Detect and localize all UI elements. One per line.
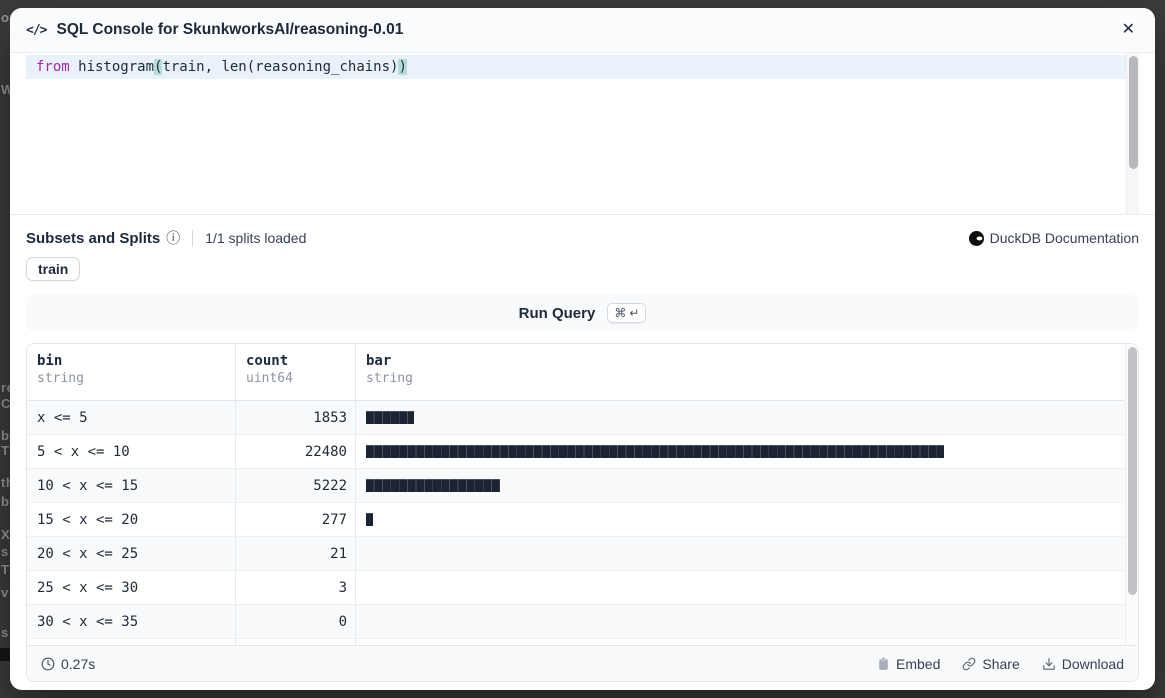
count-cell: 3 [235,571,355,604]
download-icon [1042,657,1056,671]
footer-actions: Embed Share Download [877,656,1124,672]
embed-label: Embed [896,656,940,672]
modal-title: SQL Console for SkunkworksAI/reasoning-0… [56,21,403,39]
column-name: count [246,353,355,369]
sql-function: histogram [70,59,154,75]
duckdb-logo-icon [969,231,984,246]
count-cell: 277 [235,503,355,536]
column-type: string [37,371,235,386]
clipboard-icon [877,657,890,671]
subsets-heading: Subsets and Splits [26,230,160,247]
bar-cell [355,605,1138,638]
splits-chips-row: train [26,257,1139,281]
duckdb-documentation-link[interactable]: DuckDB Documentation [969,230,1139,246]
count-cell: 21 [235,537,355,570]
editor-scrollbar[interactable] [1126,53,1139,214]
modal-header: </> SQL Console for SkunkworksAI/reasoni… [10,8,1155,53]
column-header-count: count uint64 [235,344,355,400]
column-type: uint64 [246,371,355,386]
table-body: x <= 5 1853 5 < x <= 10 22480 10 < x <= … [27,401,1138,672]
table-header-row: bin string count uint64 bar string [27,344,1138,401]
histogram-bar [366,445,944,458]
bin-cell: 10 < x <= 15 [27,469,235,502]
results-footer: 0.27s Embed Share Download [27,645,1138,681]
column-type: string [366,371,1138,386]
table-row: 25 < x <= 30 3 [27,570,1138,604]
table-scrollbar[interactable] [1125,344,1138,681]
table-row: 20 < x <= 25 21 [27,536,1138,570]
table-row: 30 < x <= 35 0 [27,604,1138,638]
bar-cell [355,503,1138,536]
background-text-fragment: T [1,562,9,577]
column-name: bin [37,353,235,369]
split-chip-train[interactable]: train [26,257,80,281]
share-button[interactable]: Share [962,656,1019,672]
link-icon [962,657,976,671]
bar-cell [355,571,1138,604]
sql-close-paren: ) [398,59,406,75]
table-row: 15 < x <= 20 277 [27,502,1138,536]
embed-button[interactable]: Embed [877,656,940,672]
sql-args: train, len(reasoning_chains) [162,59,398,75]
bin-cell: 15 < x <= 20 [27,503,235,536]
run-query-label: Run Query [519,305,596,322]
run-query-button[interactable]: Run Query ⌘ ↵ [26,294,1139,332]
bin-cell: 5 < x <= 10 [27,435,235,468]
bar-cell [355,469,1138,502]
sql-code-line[interactable]: from histogram(train, len(reasoning_chai… [26,55,1127,79]
keyboard-shortcut-badge: ⌘ ↵ [607,303,646,323]
duckdb-documentation-label: DuckDB Documentation [990,230,1139,246]
download-label: Download [1062,656,1124,672]
enter-key-icon: ↵ [629,306,639,320]
background-text-fragment: v [1,585,9,600]
count-cell: 5222 [235,469,355,502]
info-icon[interactable]: ⓘ [166,228,180,248]
background-text-fragment: s [1,625,9,640]
count-cell: 22480 [235,435,355,468]
bin-cell: x <= 5 [27,401,235,434]
table-scrollbar-thumb[interactable] [1128,347,1137,595]
close-icon[interactable]: ✕ [1118,18,1139,42]
column-header-bar: bar string [355,344,1138,400]
splits-loaded-status: 1/1 splits loaded [205,230,306,246]
share-label: Share [982,656,1019,672]
bar-cell [355,435,1138,468]
background-text-fragment: b [1,428,9,443]
table-row: x <= 5 1853 [27,401,1138,434]
background-text-fragment: s [1,544,9,559]
download-button[interactable]: Download [1042,656,1124,672]
subsets-row: Subsets and Splits ⓘ 1/1 splits loaded D… [26,228,1139,248]
results-table: bin string count uint64 bar string x <= … [26,343,1139,682]
sql-editor[interactable]: from histogram(train, len(reasoning_chai… [10,53,1155,215]
table-row: 5 < x <= 10 22480 [27,434,1138,468]
count-cell: 0 [235,605,355,638]
histogram-bar [366,479,500,492]
bar-cell [355,401,1138,434]
bar-cell [355,537,1138,570]
bin-cell: 20 < x <= 25 [27,537,235,570]
query-duration-value: 0.27s [61,656,95,672]
code-icon: </> [26,23,46,38]
background-dark-strip [0,648,10,661]
bin-cell: 30 < x <= 35 [27,605,235,638]
count-cell: 1853 [235,401,355,434]
histogram-bar [366,513,373,526]
bin-cell: 25 < x <= 30 [27,571,235,604]
histogram-bar [366,411,414,424]
query-duration: 0.27s [41,656,95,672]
table-row: 10 < x <= 15 5222 [27,468,1138,502]
column-header-bin: bin string [27,344,235,400]
divider [192,230,193,247]
sql-console-modal: </> SQL Console for SkunkworksAI/reasoni… [10,8,1155,690]
clock-icon [41,657,55,671]
sql-keyword: from [36,59,70,75]
editor-inner: from histogram(train, len(reasoning_chai… [26,53,1139,214]
editor-scrollbar-thumb[interactable] [1129,56,1138,169]
cmd-key-icon: ⌘ [614,306,626,320]
column-name: bar [366,353,1138,369]
